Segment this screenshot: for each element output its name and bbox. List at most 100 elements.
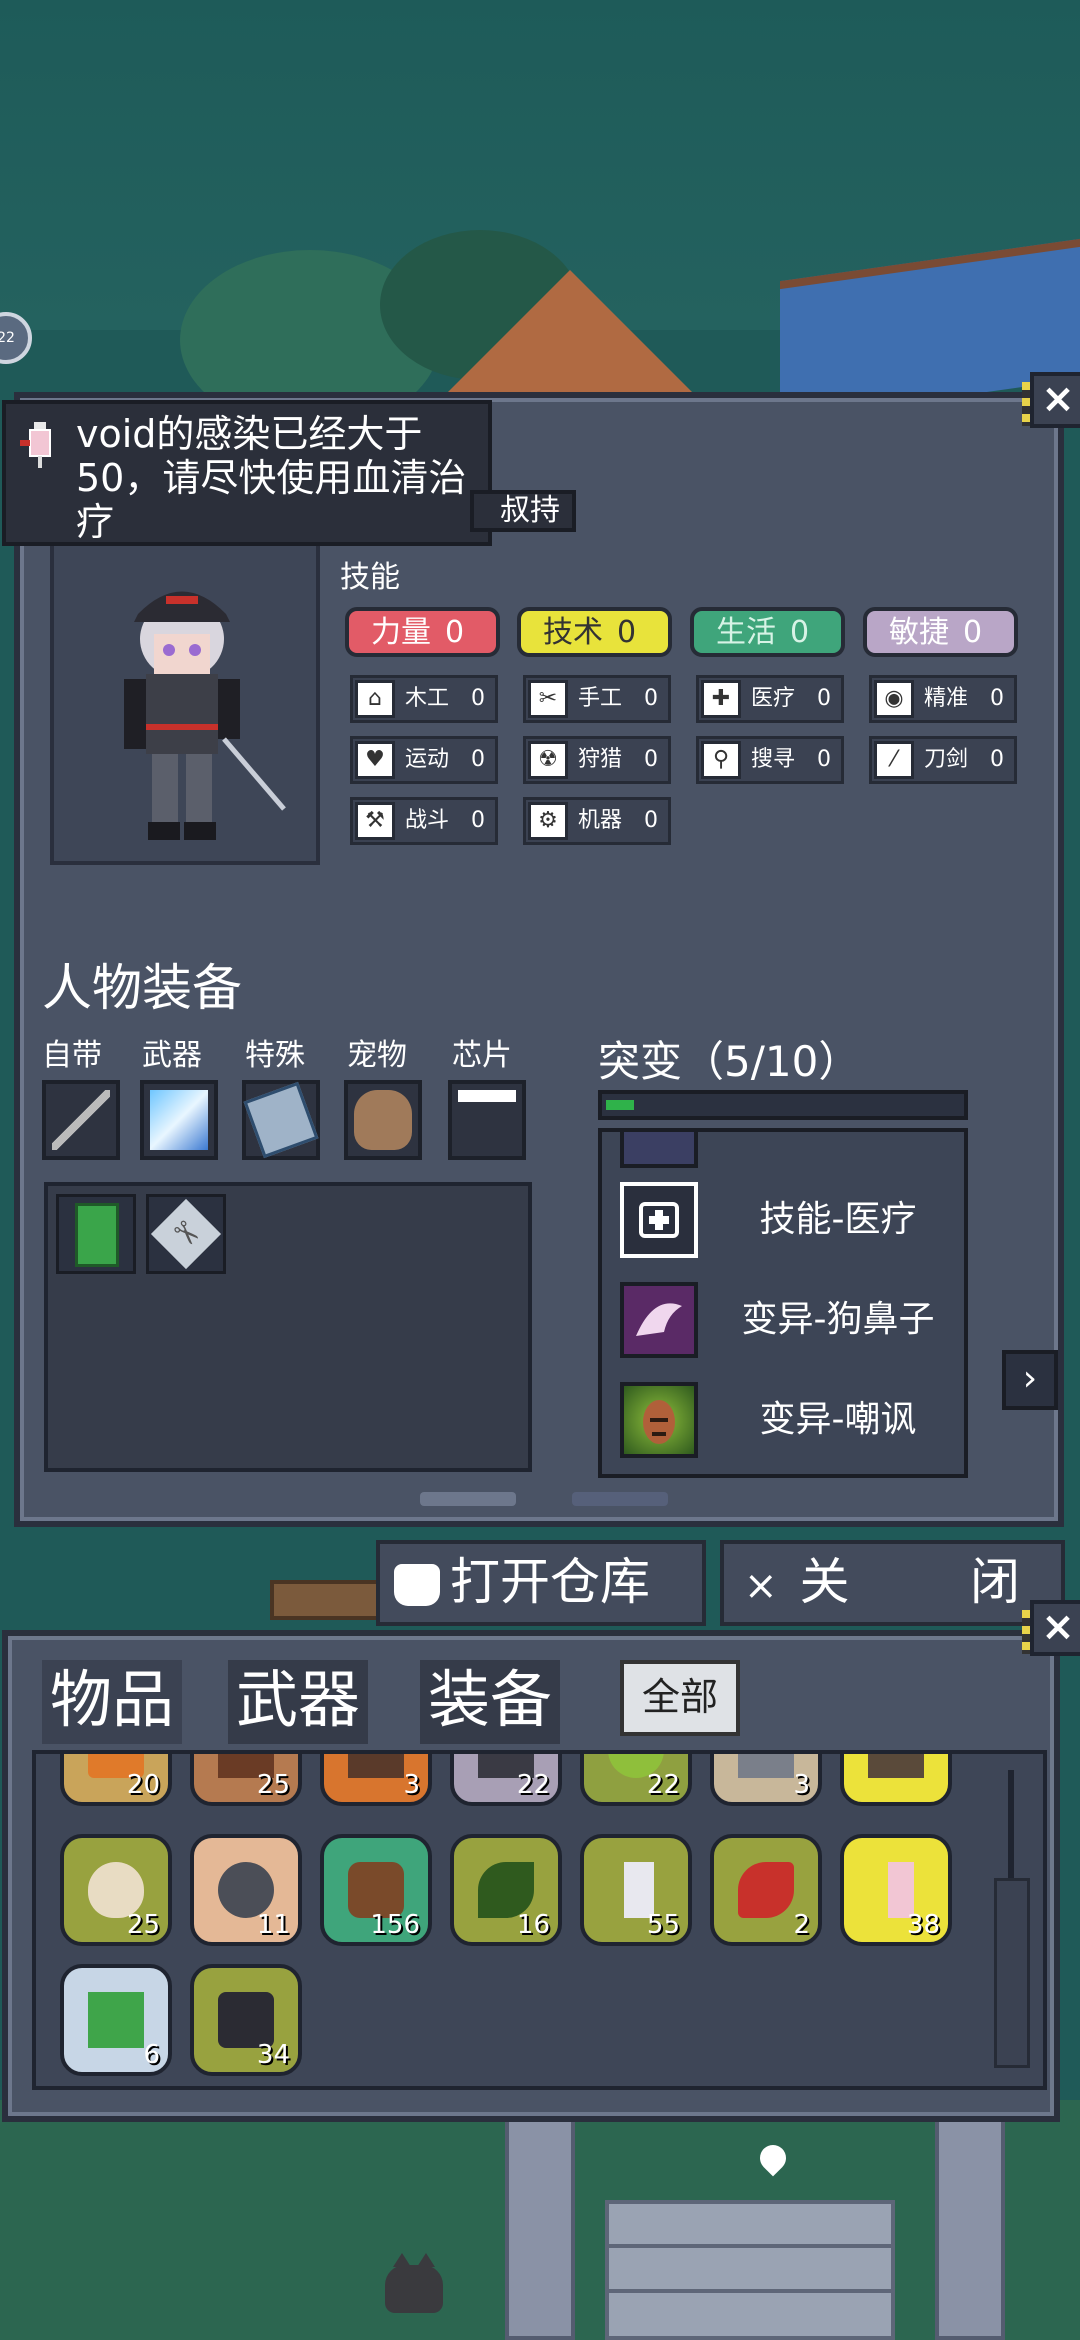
medkit-icon: ✚	[701, 680, 741, 718]
slot-pet[interactable]	[344, 1080, 422, 1160]
mutation-progress-fill	[606, 1100, 634, 1110]
mutation-item[interactable]: 变异-狗鼻子	[610, 1278, 964, 1360]
item-count: 55	[646, 1910, 680, 1940]
attribute-technique[interactable]: 技术 0	[517, 607, 672, 657]
page-indicator[interactable]	[572, 1492, 668, 1506]
inventory-scrollbar[interactable]	[994, 1770, 1030, 2070]
close-icon: ×	[1041, 1604, 1075, 1650]
attribute-value: 0	[963, 615, 983, 650]
blade-icon: ⁄	[874, 741, 914, 779]
skill-precision[interactable]: ◉ 精准 0	[869, 675, 1017, 723]
character-panel-close-button[interactable]: ×	[1022, 372, 1080, 428]
close-button[interactable]: × 关 闭	[720, 1540, 1065, 1626]
skill-label: 精准	[924, 686, 969, 711]
inventory-item[interactable]: 11	[190, 1834, 302, 1946]
item-count: 11	[256, 1910, 290, 1940]
mutation-item[interactable]: 变异-嘲讽	[610, 1378, 964, 1460]
skill-search[interactable]: ⚲ 搜寻 0	[696, 736, 844, 784]
inventory-item[interactable]: 55	[580, 1834, 692, 1946]
filter-all-button[interactable]: 全部	[620, 1660, 740, 1736]
notification-text: void的感染已经大于50，请尽快使用血清治疗	[76, 412, 467, 544]
slot-weapon[interactable]	[140, 1080, 218, 1160]
hold-tag: 叔持	[470, 490, 576, 532]
ice-sword-icon	[150, 1090, 208, 1150]
item-count: 16	[516, 1910, 550, 1940]
syringe-icon	[20, 422, 51, 468]
gun-parts-icon	[738, 1754, 794, 1778]
skill-value: 0	[644, 686, 658, 711]
inventory-item[interactable]	[840, 1754, 952, 1806]
tab-equipment[interactable]: 装备	[420, 1660, 561, 1744]
magnifier-icon: ⚲	[701, 741, 741, 779]
medkit-icon	[620, 1182, 698, 1258]
equipment-title: 人物装备	[42, 959, 242, 1017]
skill-athletics[interactable]: ♥ 运动 0	[350, 736, 498, 784]
gear-icon: ⚙	[528, 802, 568, 840]
inventory-item[interactable]: 22	[580, 1754, 692, 1806]
slot-label-weapon: 武器	[142, 1038, 202, 1073]
page-indicator-active[interactable]	[420, 1492, 516, 1506]
attribute-agility[interactable]: 敏捷 0	[863, 607, 1018, 657]
inventory-item[interactable]: 156	[320, 1834, 432, 1946]
skill-combat[interactable]: ⚒ 战斗 0	[350, 797, 498, 845]
dog-nose-icon	[620, 1282, 698, 1358]
chip-empty-icon	[458, 1090, 516, 1150]
close-label-2: 闭	[970, 1553, 1020, 1611]
inventory-close-button[interactable]: ×	[1022, 1600, 1080, 1656]
taunt-face-icon	[620, 1382, 698, 1458]
skill-handcraft[interactable]: ✂ 手工 0	[523, 675, 671, 723]
skill-hunting[interactable]: ☢ 狩猎 0	[523, 736, 671, 784]
heart-icon: ♥	[355, 741, 395, 779]
attribute-life[interactable]: 生活 0	[690, 607, 845, 657]
scrollbar-track	[1008, 1770, 1014, 1880]
close-icon: ×	[1041, 376, 1075, 422]
chevron-right-icon: ›	[1022, 1358, 1038, 1399]
mutation-progress-bar	[598, 1090, 968, 1120]
inventory-item[interactable]: 22	[450, 1754, 562, 1806]
item-count: 38	[906, 1910, 940, 1940]
inventory-item[interactable]: 3	[710, 1754, 822, 1806]
equipped-scissors-item[interactable]: ✂	[146, 1194, 226, 1274]
skill-value: 0	[990, 686, 1004, 711]
scrollbar-thumb[interactable]	[994, 1878, 1030, 2068]
slot-innate[interactable]	[42, 1080, 120, 1160]
mutation-label: 技能-医疗	[759, 1199, 917, 1240]
skill-blade[interactable]: ⁄ 刀剑 0	[869, 736, 1017, 784]
mutation-item[interactable]: 技能-医疗	[610, 1178, 964, 1260]
equipped-book-item[interactable]	[56, 1194, 136, 1274]
skill-carpentry[interactable]: ⌂ 木工 0	[350, 675, 498, 723]
hammer-icon: ⚒	[355, 802, 395, 840]
inventory-item[interactable]: 25	[190, 1754, 302, 1806]
open-storage-button[interactable]: 打开仓库	[376, 1540, 706, 1626]
cat-sprite[interactable]	[385, 2253, 443, 2313]
mutation-item-hidden[interactable]	[610, 1132, 964, 1170]
item-count: 20	[126, 1770, 160, 1800]
skill-value: 0	[817, 747, 831, 772]
inventory-item[interactable]: 38	[840, 1834, 952, 1946]
mutation-list[interactable]: 技能-医疗 变异-狗鼻子 变异-嘲讽	[598, 1128, 968, 1478]
skill-machinery[interactable]: ⚙ 机器 0	[523, 797, 671, 845]
mutation-label: 变异-嘲讽	[759, 1399, 917, 1440]
inventory-item[interactable]: 16	[450, 1834, 562, 1946]
tab-items[interactable]: 物品	[42, 1660, 183, 1744]
attribute-strength[interactable]: 力量 0	[345, 607, 500, 657]
inventory-item[interactable]: 34	[190, 1964, 302, 2076]
inventory-item[interactable]: 6	[60, 1964, 172, 2076]
skill-label: 手工	[578, 686, 623, 711]
character-portrait[interactable]	[50, 540, 320, 865]
inventory-item[interactable]: 20	[60, 1754, 172, 1806]
mutation-label: 变异-狗鼻子	[741, 1299, 935, 1340]
slot-chip[interactable]	[448, 1080, 526, 1160]
tab-weapons[interactable]: 武器	[228, 1660, 369, 1744]
stone-pillar	[935, 2110, 1005, 2340]
inventory-item[interactable]: 25	[60, 1834, 172, 1946]
mutation-next-arrow[interactable]: ›	[1002, 1350, 1058, 1410]
skill-medical[interactable]: ✚ 医疗 0	[696, 675, 844, 723]
skill-label: 战斗	[405, 808, 450, 833]
infection-notification[interactable]: void的感染已经大于50，请尽快使用血清治疗	[2, 400, 492, 546]
skill-value: 0	[990, 747, 1004, 772]
inventory-item[interactable]: 2	[710, 1834, 822, 1946]
slot-special[interactable]	[242, 1080, 320, 1160]
inventory-item[interactable]: 3	[320, 1754, 432, 1806]
rope-icon	[348, 1754, 404, 1778]
